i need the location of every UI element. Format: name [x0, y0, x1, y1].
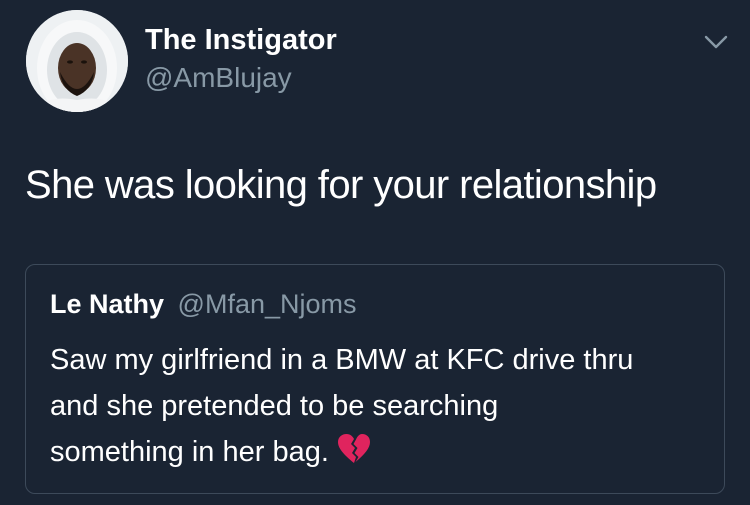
- broken-heart-icon: [337, 433, 371, 465]
- quoted-author-name: Le Nathy: [50, 289, 165, 319]
- quoted-tweet-line: Saw my girlfriend in a BMW at KFC drive …: [50, 344, 634, 376]
- tweet: The Instigator @AmBlujay She was looking…: [0, 0, 750, 505]
- avatar[interactable]: [26, 10, 128, 112]
- quoted-tweet-line: something in her bag.: [50, 436, 329, 468]
- author-name[interactable]: The Instigator: [145, 24, 337, 57]
- quoted-tweet-header: Le Nathy @Mfan_Njoms: [50, 289, 357, 320]
- quoted-author-handle: @Mfan_Njoms: [177, 289, 357, 319]
- quoted-tweet-line-last: something in her bag.: [50, 429, 710, 475]
- tweet-text: She was looking for your relationship: [25, 163, 657, 207]
- quoted-tweet-line: and she pretended to be searching: [50, 390, 499, 422]
- author-handle[interactable]: @AmBlujay: [145, 62, 292, 94]
- quoted-tweet-card[interactable]: Le Nathy @Mfan_Njoms Saw my girlfriend i…: [25, 264, 725, 494]
- chevron-down-icon[interactable]: [700, 28, 732, 56]
- avatar-photo: [26, 10, 128, 112]
- quoted-tweet-text: Saw my girlfriend in a BMW at KFC drive …: [50, 337, 710, 475]
